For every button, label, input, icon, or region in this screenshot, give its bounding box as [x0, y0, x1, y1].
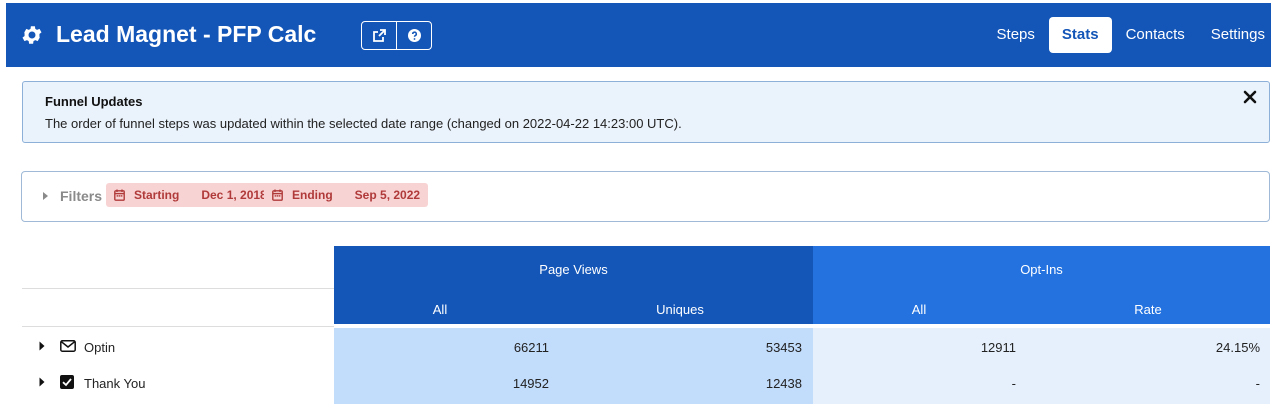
step-name: Optin	[84, 340, 116, 355]
column-header: All	[911, 302, 927, 317]
alert-message: The order of funnel steps was updated wi…	[45, 116, 682, 131]
filters-toggle[interactable]: Filters	[60, 188, 102, 204]
caret-right-icon[interactable]	[39, 341, 45, 351]
opt-ins-rate: -	[1255, 376, 1260, 391]
help-button[interactable]	[396, 22, 431, 49]
checkbox-icon	[60, 375, 74, 389]
tab-settings[interactable]: Settings	[1199, 17, 1271, 53]
close-icon[interactable]	[1243, 90, 1257, 104]
opt-ins-cells: 12911 24.15%	[813, 328, 1270, 364]
funnel-updates-alert: Funnel Updates The order of funnel steps…	[22, 81, 1270, 143]
caret-right-icon[interactable]	[42, 191, 49, 201]
step-name: Thank You	[84, 376, 146, 391]
chip-label: Starting	[134, 188, 180, 202]
page-views-uniques: 12438	[765, 376, 802, 391]
chip-label: Ending	[292, 188, 333, 202]
page-views-cells: 66211 53453	[334, 328, 813, 364]
tab-steps[interactable]: Steps	[985, 17, 1047, 53]
tab-stats[interactable]: Stats	[1048, 17, 1112, 53]
app-header: Lead Magnet - PFP Calc Steps Stats Conta…	[6, 3, 1271, 67]
group-label: Page Views	[539, 262, 608, 277]
page-views-all: 66211	[513, 340, 549, 355]
page-views-cells: 14952 12438	[334, 364, 813, 404]
opt-ins-all: 12911	[980, 340, 1016, 355]
opt-ins-header: Opt-Ins All Rate	[813, 246, 1270, 324]
external-link-icon	[372, 29, 386, 42]
column-header: Rate	[1134, 302, 1162, 317]
open-external-button[interactable]	[362, 22, 396, 49]
column-header: Uniques	[656, 302, 704, 317]
ending-date-chip[interactable]: Ending Sep 5, 2022	[264, 183, 429, 207]
page-views-header: Page Views All Uniques	[334, 246, 813, 324]
filters-bar: Filters Starting Dec 1, 2018 Ending Sep …	[21, 171, 1270, 222]
caret-right-icon[interactable]	[39, 377, 45, 387]
header-divider	[22, 288, 334, 289]
header-tool-buttons	[361, 21, 432, 50]
group-label: Opt-Ins	[1020, 262, 1063, 277]
stats-page: Lead Magnet - PFP Calc Steps Stats Conta…	[0, 0, 1271, 404]
calendar-icon	[114, 189, 125, 201]
opt-ins-rate: 24.15%	[1215, 340, 1260, 355]
tab-contacts[interactable]: Contacts	[1114, 17, 1197, 53]
alert-title: Funnel Updates	[45, 94, 143, 109]
chip-value: Dec 1, 2018	[201, 188, 267, 202]
calendar-icon	[272, 189, 283, 201]
column-header: All	[432, 302, 448, 317]
page-views-all: 14952	[512, 376, 549, 391]
gear-icon[interactable]	[20, 23, 44, 47]
question-circle-icon	[407, 29, 421, 42]
page-title: Lead Magnet - PFP Calc	[56, 21, 317, 47]
stats-table: Page Views All Uniques Opt-Ins All Rate …	[22, 246, 1270, 404]
starting-date-chip[interactable]: Starting Dec 1, 2018	[106, 183, 275, 207]
header-divider	[22, 326, 334, 327]
page-views-uniques: 53453	[765, 340, 802, 355]
opt-ins-all: -	[1011, 376, 1016, 391]
envelope-icon	[60, 340, 76, 352]
main-nav: Steps Stats Contacts Settings	[983, 17, 1271, 53]
chip-value: Sep 5, 2022	[354, 188, 421, 202]
opt-ins-cells: - -	[813, 364, 1270, 404]
